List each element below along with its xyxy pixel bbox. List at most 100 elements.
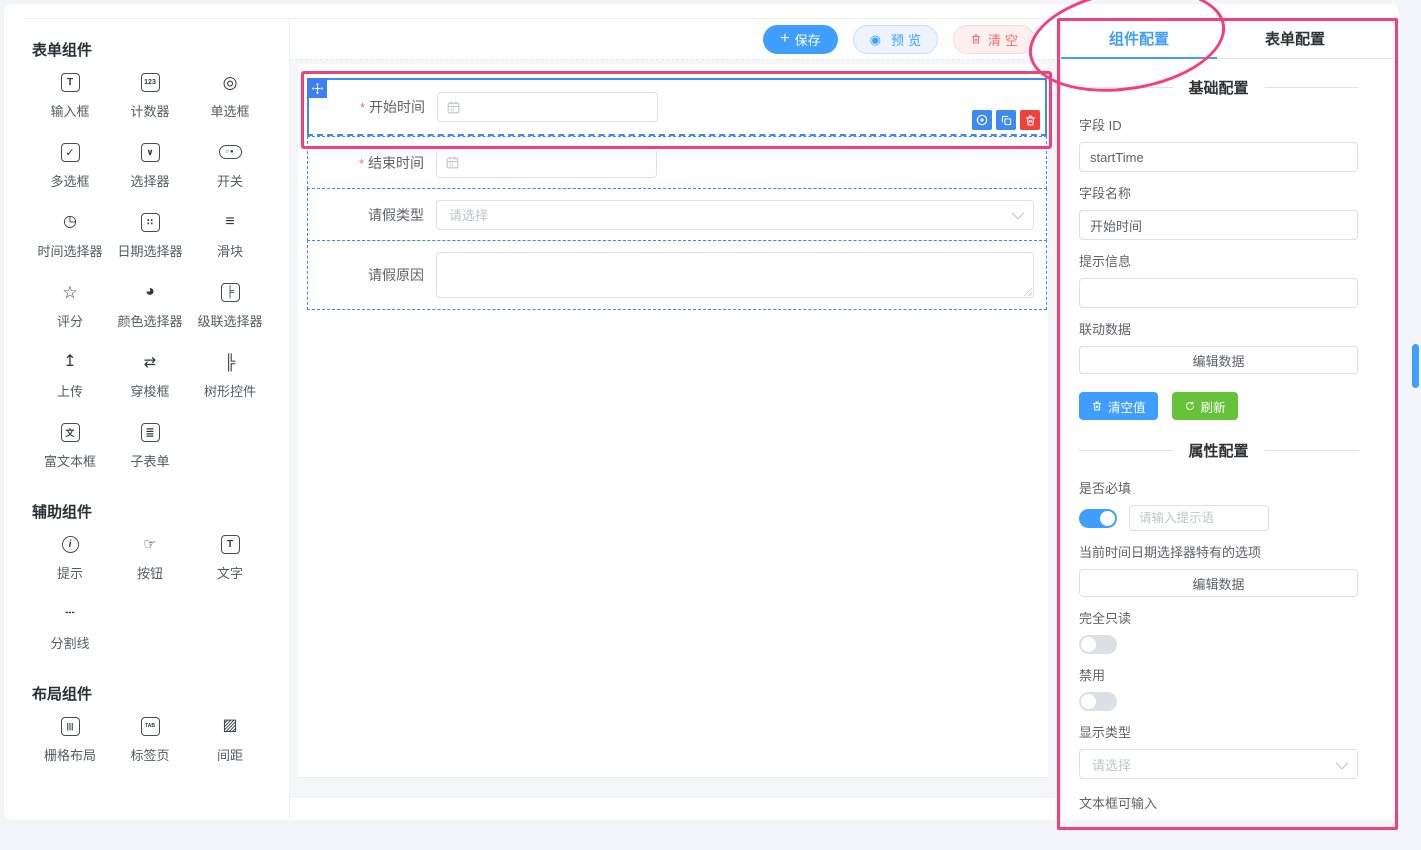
component-item-divider[interactable]: ┄分割线 [30,602,110,659]
date-picker-input[interactable] [437,92,658,122]
resize-grip-icon[interactable] [1023,287,1032,296]
component-label: 提示 [57,563,83,582]
component-label: 文字 [217,563,243,582]
linkage-edit-data-button[interactable]: 编辑数据 [1079,346,1358,374]
form-row-leave-type[interactable]: 请假类型 请选择 [307,188,1047,241]
clear-value-label: 清空值 [1108,397,1146,416]
calendar-icon [445,155,460,170]
save-button-label: 保存 [795,30,821,49]
component-item-cascader[interactable]: ╞级联选择器 [190,280,270,337]
component-item-grid-layout[interactable]: |||栅格布局 [30,714,110,771]
component-item-transfer[interactable]: ⇄穿梭框 [110,350,190,407]
copy-icon [1000,114,1013,127]
switch-icon: ○● [219,145,242,159]
component-item-spacing[interactable]: ▨间距 [190,714,270,771]
component-label: 开关 [217,171,243,190]
top-bar [4,4,1399,19]
component-item-sub-form[interactable]: ≣子表单 [110,420,190,477]
field-label: 请假类型 [308,205,424,225]
component-label: 富文本框 [44,451,96,470]
tip-info-input[interactable] [1079,278,1358,308]
component-item-tree[interactable]: ╠树形控件 [190,350,270,407]
disabled-toggle[interactable] [1079,692,1117,711]
component-item-text[interactable]: T 文字 [190,532,270,589]
date-picker-input[interactable] [436,148,657,178]
section-basic-config: 基础配置 [1079,77,1358,98]
component-item-switch[interactable]: ○● 开关 [190,140,270,197]
clear-value-button[interactable]: 清空值 [1079,392,1158,420]
field-control [436,252,1034,298]
select-placeholder: 请选择 [449,205,488,224]
component-item-rate[interactable]: ☆评分 [30,280,110,337]
input-icon: T [61,73,80,92]
leave-reason-textarea[interactable] [436,252,1034,298]
required-message-input[interactable] [1129,505,1269,531]
form-row-leave-reason[interactable]: 请假原因 [307,240,1047,310]
component-item-upload[interactable]: ↥ 上传 [30,350,110,407]
component-item-slider[interactable]: ≡ 滑块 [190,210,270,267]
checkbox-icon: ✓ [61,143,80,162]
component-item-color-picker[interactable]: ◕颜色选择器 [110,280,190,337]
form-row-end-time[interactable]: 结束时间 [307,136,1047,189]
tree-icon: ╠ [225,355,236,370]
preview-button[interactable]: ◉ 预览 [853,25,938,54]
field-id-input[interactable] [1079,142,1358,172]
section-attr-config: 属性配置 [1079,440,1358,461]
delete-row-button[interactable] [1020,110,1040,130]
clear-button[interactable]: 清空 [953,25,1035,54]
field-control [436,148,1034,178]
field-label: 请假原因 [308,265,424,285]
scrollbar-thumb[interactable] [1412,344,1419,388]
component-item-date-picker[interactable]: ∷日期选择器 [110,210,190,267]
text-icon: T [221,535,240,554]
component-item-input[interactable]: T输入框 [30,70,110,127]
component-label: 上传 [57,381,83,400]
slider-icon: ≡ [225,214,234,230]
display-type-select[interactable]: 请选择 [1079,749,1358,779]
component-item-tip[interactable]: i提示 [30,532,110,589]
app-card: 表单组件 T输入框123计数器◎单选框 ✓多选框∨选择器 ○● 开关 ◷时间选择器∷日期选… [4,4,1399,820]
rich-text-icon: 文 [61,423,80,442]
component-label: 选择器 [130,171,169,190]
insert-row-button[interactable] [972,110,992,130]
field-label: 开始时间 [309,97,425,117]
form-canvas[interactable]: 开始时间 [298,64,1048,778]
leave-type-select[interactable]: 请选择 [436,200,1034,230]
required-toggle[interactable] [1079,509,1117,528]
tab-form-config[interactable]: 表单配置 [1217,19,1373,58]
component-item-rich-text[interactable]: 文富文本框 [30,420,110,477]
component-item-select[interactable]: ∨选择器 [110,140,190,197]
canvas-backdrop: 开始时间 [290,60,1060,798]
chevron-down-icon [1012,207,1025,220]
drag-handle-icon[interactable] [307,78,327,98]
field-name-input[interactable] [1079,210,1358,240]
upload-icon: ↥ [63,354,76,370]
picker-options-label: 当前时间日期选择器特有的选项 [1079,545,1358,561]
form-row-start-time[interactable]: 开始时间 [307,78,1047,136]
save-button[interactable]: + 保存 [763,25,837,54]
component-item-radio[interactable]: ◎单选框 [190,70,270,127]
date-picker-icon: ∷ [141,213,160,232]
section-title: 表单组件 [32,39,289,60]
component-label: 单选框 [210,101,249,120]
rate-icon: ☆ [62,284,77,301]
component-item-tab-page[interactable]: TAB标签页 [110,714,190,771]
component-label: 栅格布局 [44,745,96,764]
readonly-toggle[interactable] [1079,635,1117,654]
component-item-time-picker[interactable]: ◷时间选择器 [30,210,110,267]
picker-options-edit-data-button[interactable]: 编辑数据 [1079,569,1358,597]
component-item-checkbox[interactable]: ✓多选框 [30,140,110,197]
refresh-button[interactable]: 刷新 [1172,392,1238,420]
required-label: 是否必填 [1079,481,1358,497]
component-item-button[interactable]: ☞按钮 [110,532,190,589]
field-id-label: 字段 ID [1079,118,1358,134]
tab-page-icon: TAB [141,717,160,736]
component-label: 滑块 [217,241,243,260]
button-icon: ☞ [143,537,156,552]
component-item-counter[interactable]: 123计数器 [110,70,190,127]
eye-icon: ◉ [870,33,885,46]
tab-component-config[interactable]: 组件配置 [1061,19,1217,58]
trash-icon [970,33,982,45]
main-layout: 表单组件 T输入框123计数器◎单选框 ✓多选框∨选择器 ○● 开关 ◷时间选择器∷日期选… [4,19,1399,819]
copy-row-button[interactable] [996,110,1016,130]
